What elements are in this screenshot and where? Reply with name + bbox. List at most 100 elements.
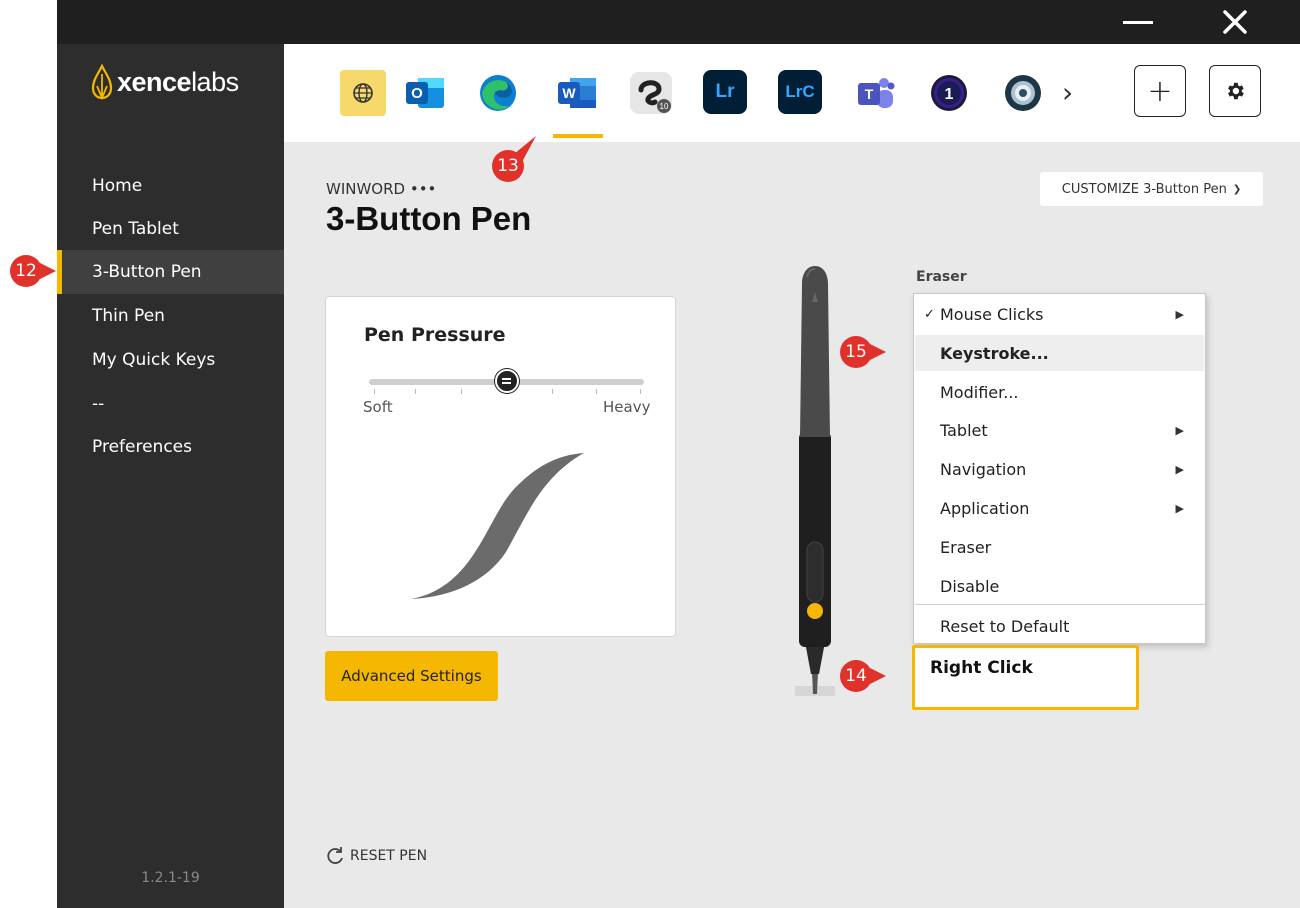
plus-icon: + bbox=[1147, 73, 1173, 109]
menu-item-application[interactable]: Application ▶ bbox=[915, 490, 1204, 526]
slider-tick bbox=[461, 389, 462, 394]
page-title: 3-Button Pen bbox=[326, 200, 532, 237]
lightroom-icon: Lr bbox=[715, 81, 735, 102]
app-clip-studio[interactable]: 10 bbox=[628, 70, 674, 116]
reset-pen-label: RESET PEN bbox=[350, 848, 428, 864]
submenu-arrow-icon: ▶ bbox=[1175, 501, 1184, 515]
lightroom-classic-icon: LrC bbox=[785, 82, 815, 101]
slider-tick bbox=[596, 389, 597, 394]
selected-app-indicator bbox=[553, 134, 603, 138]
version-label: 1.2.1-19 bbox=[141, 870, 200, 886]
app-word[interactable]: W bbox=[554, 70, 600, 116]
advanced-settings-button[interactable]: Advanced Settings bbox=[325, 651, 498, 701]
callout-15: 15 bbox=[838, 334, 886, 370]
menu-item-label: Reset to Default bbox=[940, 616, 1070, 636]
chevron-right-icon: › bbox=[1062, 76, 1074, 109]
app-edge[interactable] bbox=[475, 70, 521, 116]
menu-item-modifier[interactable]: Modifier... bbox=[915, 374, 1204, 410]
eraser-function-menu: ✓ Mouse Clicks ▶ Keystroke... Modifier..… bbox=[913, 293, 1206, 644]
callout-number: 13 bbox=[497, 156, 519, 176]
app-outlook[interactable]: O bbox=[402, 70, 448, 116]
sidebar-item-label: My Quick Keys bbox=[92, 350, 216, 370]
callout-number: 15 bbox=[845, 342, 867, 362]
menu-item-disable[interactable]: Disable bbox=[915, 568, 1204, 604]
sidebar-item-label: Preferences bbox=[92, 437, 192, 457]
sidebar-item-preferences[interactable]: Preferences bbox=[57, 425, 284, 469]
capture-one-icon: 1 bbox=[931, 75, 967, 111]
sidebar-item-label: 3-Button Pen bbox=[92, 262, 202, 282]
logo-word-bold: xence bbox=[117, 66, 192, 97]
app-lightroom-classic[interactable]: LrC bbox=[778, 70, 822, 114]
app-capture-one[interactable]: 1 bbox=[926, 70, 972, 116]
reset-pen-button[interactable]: RESET PEN bbox=[325, 846, 427, 866]
clip-studio-icon: 10 bbox=[630, 72, 672, 114]
svg-text:10: 10 bbox=[660, 102, 669, 111]
teams-icon: T bbox=[858, 78, 895, 108]
sidebar-item-3-button-pen[interactable]: 3-Button Pen bbox=[57, 250, 284, 294]
sidebar-item-label: Home bbox=[92, 176, 143, 196]
close-icon bbox=[1223, 10, 1247, 34]
eye-app-icon bbox=[1005, 75, 1041, 111]
menu-item-navigation[interactable]: Navigation ▶ bbox=[915, 451, 1204, 487]
menu-item-mouse-clicks[interactable]: ✓ Mouse Clicks ▶ bbox=[915, 296, 1204, 332]
pen-button-assignment-label: Right Click bbox=[930, 658, 1033, 678]
add-app-button[interactable]: + bbox=[1134, 65, 1186, 117]
menu-item-label: Keystroke... bbox=[940, 343, 1049, 363]
gear-icon bbox=[1228, 82, 1244, 100]
sidebar-item-separator: -- bbox=[57, 382, 284, 426]
pen-pressure-title: Pen Pressure bbox=[364, 324, 506, 346]
app-all-apps[interactable] bbox=[340, 70, 386, 116]
sidebar: xencelabs Home Pen Tablet 3-Button Pen T… bbox=[57, 44, 284, 908]
heavy-label: Heavy bbox=[603, 398, 651, 416]
apps-next-button[interactable]: › bbox=[1062, 76, 1073, 109]
chevron-down-icon: ❯ bbox=[1232, 183, 1242, 195]
sidebar-item-my-quick-keys[interactable]: My Quick Keys bbox=[57, 338, 284, 382]
callout-12: 12 bbox=[8, 253, 56, 289]
menu-item-label: Tablet bbox=[940, 420, 988, 440]
slider-tick bbox=[374, 389, 375, 394]
menu-item-tablet[interactable]: Tablet ▶ bbox=[915, 412, 1204, 448]
outlook-icon: O bbox=[406, 78, 444, 108]
pen-pressure-slider-thumb[interactable] bbox=[494, 369, 519, 393]
menu-item-keystroke[interactable]: Keystroke... bbox=[915, 335, 1204, 371]
app-lightroom[interactable]: Lr bbox=[703, 70, 747, 114]
globe-icon bbox=[353, 83, 373, 103]
xencelabs-logo: xencelabs bbox=[89, 64, 239, 100]
sidebar-item-thin-pen[interactable]: Thin Pen bbox=[57, 294, 284, 338]
sidebar-item-label: Thin Pen bbox=[92, 306, 165, 326]
slider-tick bbox=[415, 389, 416, 394]
callout-number: 14 bbox=[845, 666, 867, 686]
minimize-icon bbox=[1123, 20, 1153, 24]
svg-text:O: O bbox=[411, 85, 423, 102]
svg-text:1: 1 bbox=[945, 86, 954, 103]
pen-button-assignment[interactable]: Right Click bbox=[912, 645, 1139, 710]
pen-image bbox=[795, 266, 835, 696]
close-button[interactable] bbox=[1205, 0, 1265, 44]
menu-item-label: Eraser bbox=[940, 537, 992, 557]
eraser-label: Eraser bbox=[916, 269, 967, 285]
logo-word-light: labs bbox=[191, 66, 239, 97]
menu-item-eraser[interactable]: Eraser bbox=[915, 529, 1204, 565]
sidebar-item-label: Pen Tablet bbox=[92, 219, 179, 239]
word-icon: W bbox=[558, 78, 596, 108]
pen-pressure-card: Pen Pressure Soft Heavy bbox=[325, 296, 676, 637]
slider-tick bbox=[552, 389, 553, 394]
menu-item-reset-to-default[interactable]: Reset to Default bbox=[915, 608, 1204, 644]
app-name-label[interactable]: WINWORD ••• bbox=[326, 180, 436, 198]
menu-item-label: Modifier... bbox=[940, 382, 1019, 402]
sidebar-item-pen-tablet[interactable]: Pen Tablet bbox=[57, 207, 284, 251]
customize-dropdown[interactable]: CUSTOMIZE 3-Button Pen ❯ bbox=[1040, 172, 1263, 206]
menu-item-label: Disable bbox=[940, 576, 1000, 596]
submenu-arrow-icon: ▶ bbox=[1175, 462, 1184, 476]
customize-dropdown-label: CUSTOMIZE 3-Button Pen bbox=[1061, 181, 1227, 197]
app-unknown[interactable] bbox=[1000, 70, 1046, 116]
edge-icon bbox=[480, 75, 516, 111]
minimize-button[interactable] bbox=[1108, 0, 1168, 44]
app-teams[interactable]: T bbox=[853, 70, 899, 116]
settings-button[interactable] bbox=[1209, 65, 1261, 117]
sidebar-item-home[interactable]: Home bbox=[57, 164, 284, 208]
check-icon: ✓ bbox=[924, 306, 935, 322]
svg-text:T: T bbox=[865, 86, 874, 102]
callout-number: 12 bbox=[15, 261, 37, 281]
svg-text:W: W bbox=[562, 85, 576, 101]
